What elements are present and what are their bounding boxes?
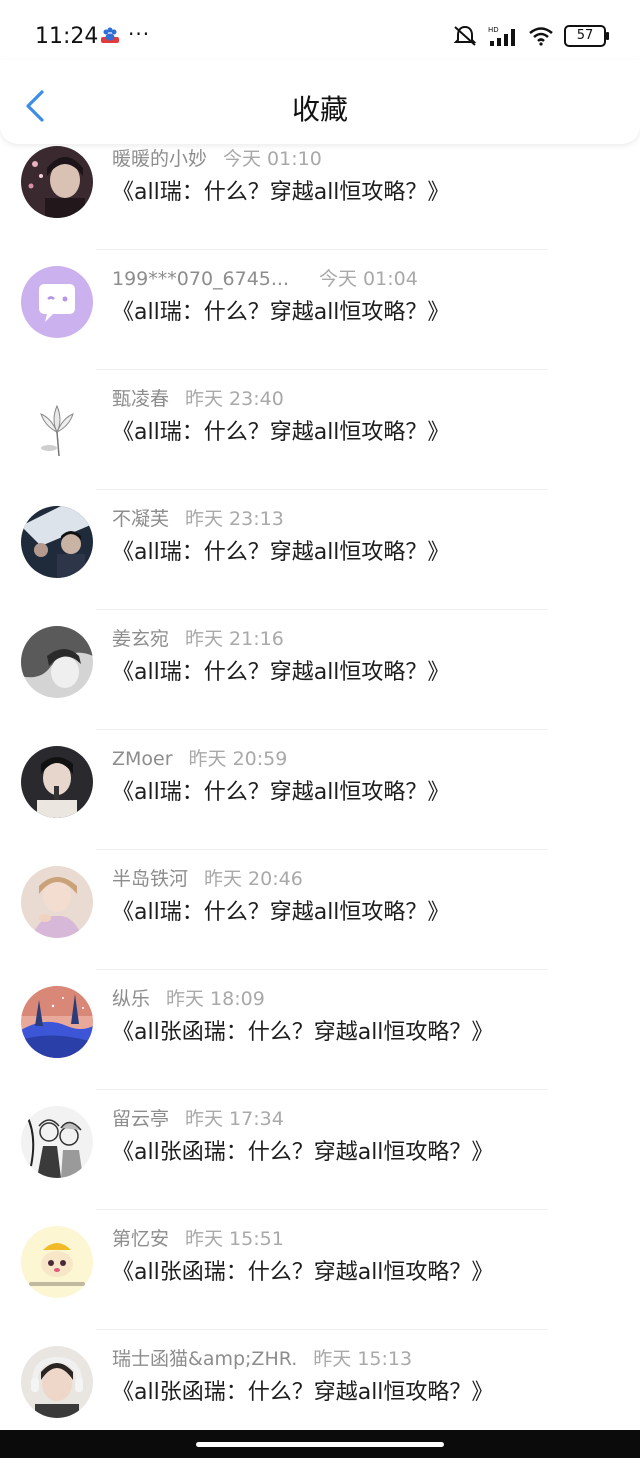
mute-bell-icon <box>453 25 477 46</box>
avatar[interactable] <box>21 266 93 338</box>
list-item[interactable]: 半岛铁河 昨天 20:46 《all瑞：什么？穿越all恒攻略？》 <box>0 850 640 970</box>
list-item[interactable]: 甄凌春 昨天 23:40 《all瑞：什么？穿越all恒攻略？》 <box>0 370 640 490</box>
list-item[interactable]: 留云亭 昨天 17:34 《all张函瑞：什么？穿越all恒攻略？》 <box>0 1090 640 1210</box>
user-name[interactable]: 纵乐 <box>112 988 150 1010</box>
timestamp: 今天 01:10 <box>223 148 322 170</box>
list-item[interactable]: 不凝芙 昨天 23:13 《all瑞：什么？穿越all恒攻略？》 <box>0 490 640 610</box>
top-nav-bar: 收藏 <box>0 60 640 144</box>
avatar[interactable] <box>21 146 93 218</box>
signal-icon: HD <box>488 26 515 46</box>
battery-icon: 57 <box>564 25 609 47</box>
more-dots-icon: ··· <box>128 22 151 46</box>
item-meta: 留云亭 昨天 17:34 <box>112 1104 284 1131</box>
user-name[interactable]: 199***070_6745... <box>112 268 289 290</box>
item-message[interactable]: 《all瑞：什么？穿越all恒攻略？》 <box>112 774 449 806</box>
item-message[interactable]: 《all张函瑞：什么？穿越all恒攻略？》 <box>112 1014 493 1046</box>
item-meta: 199***070_6745... 今天 01:04 <box>112 264 418 291</box>
avatar[interactable] <box>21 386 93 458</box>
timestamp: 昨天 15:51 <box>185 1228 284 1250</box>
list-item[interactable]: 姜玄宛 昨天 21:16 《all瑞：什么？穿越all恒攻略？》 <box>0 610 640 730</box>
item-message[interactable]: 《all张函瑞：什么？穿越all恒攻略？》 <box>112 1134 493 1166</box>
status-icons: HD 57 <box>452 24 609 48</box>
timestamp: 昨天 15:13 <box>313 1348 413 1370</box>
avatar[interactable] <box>21 1226 93 1298</box>
item-meta: 不凝芙 昨天 23:13 <box>112 504 284 531</box>
avatar[interactable] <box>21 1346 93 1418</box>
item-meta: 第忆安 昨天 15:51 <box>112 1224 284 1251</box>
item-message[interactable]: 《all瑞：什么？穿越all恒攻略？》 <box>112 894 449 926</box>
timestamp: 今天 01:04 <box>319 268 418 290</box>
item-meta: 甄凌春 昨天 23:40 <box>112 384 284 411</box>
user-name[interactable]: 第忆安 <box>112 1228 169 1250</box>
avatar[interactable] <box>21 626 93 698</box>
user-name[interactable]: 甄凌春 <box>112 388 169 410</box>
avatar[interactable] <box>21 746 93 818</box>
timestamp: 昨天 20:59 <box>188 748 288 770</box>
user-name[interactable]: 半岛铁河 <box>112 868 188 890</box>
app-badge-icon <box>101 27 119 43</box>
item-meta: 瑞士函猫&amp;ZHR. 昨天 15:13 <box>112 1344 412 1371</box>
list-item[interactable]: 第忆安 昨天 15:51 《all张函瑞：什么？穿越all恒攻略？》 <box>0 1210 640 1330</box>
timestamp: 昨天 20:46 <box>204 868 303 890</box>
item-message[interactable]: 《all瑞：什么？穿越all恒攻略？》 <box>112 534 449 566</box>
avatar[interactable] <box>21 866 93 938</box>
favorites-list: 暖暖的小妙 今天 01:10 《all瑞：什么？穿越all恒攻略？》 199***… <box>0 130 640 1450</box>
svg-text:HD: HD <box>488 26 499 34</box>
page-title: 收藏 <box>291 93 348 126</box>
item-meta: 暖暖的小妙 今天 01:10 <box>112 144 322 171</box>
user-name[interactable]: 暖暖的小妙 <box>112 148 207 170</box>
timestamp: 昨天 18:09 <box>166 988 265 1010</box>
avatar[interactable] <box>21 506 93 578</box>
list-item[interactable]: ZMoer 昨天 20:59 《all瑞：什么？穿越all恒攻略？》 <box>0 730 640 850</box>
list-item[interactable]: 199***070_6745... 今天 01:04 《all瑞：什么？穿越all… <box>0 250 640 370</box>
item-meta: 姜玄宛 昨天 21:16 <box>112 624 284 651</box>
timestamp: 昨天 17:34 <box>185 1108 284 1130</box>
item-message[interactable]: 《all瑞：什么？穿越all恒攻略？》 <box>112 654 449 686</box>
item-meta: 半岛铁河 昨天 20:46 <box>112 864 303 891</box>
avatar[interactable] <box>21 1106 93 1178</box>
item-message[interactable]: 《all瑞：什么？穿越all恒攻略？》 <box>112 174 449 206</box>
item-meta: 纵乐 昨天 18:09 <box>112 984 265 1011</box>
home-indicator[interactable] <box>196 1442 444 1447</box>
timestamp: 昨天 21:16 <box>185 628 284 650</box>
item-meta: ZMoer 昨天 20:59 <box>112 744 287 771</box>
navigation-bar <box>0 1430 640 1458</box>
item-message[interactable]: 《all瑞：什么？穿越all恒攻略？》 <box>112 294 449 326</box>
avatar[interactable] <box>21 986 93 1058</box>
timestamp: 昨天 23:40 <box>185 388 284 410</box>
user-name[interactable]: ZMoer <box>112 748 173 770</box>
wifi-icon <box>529 27 553 46</box>
list-item[interactable]: 暖暖的小妙 今天 01:10 《all瑞：什么？穿越all恒攻略？》 <box>0 130 640 250</box>
user-name[interactable]: 姜玄宛 <box>112 628 169 650</box>
item-message[interactable]: 《all张函瑞：什么？穿越all恒攻略？》 <box>112 1254 493 1286</box>
item-message[interactable]: 《all瑞：什么？穿越all恒攻略？》 <box>112 414 449 446</box>
user-name[interactable]: 瑞士函猫&amp;ZHR. <box>112 1348 297 1370</box>
user-name[interactable]: 不凝芙 <box>112 508 169 530</box>
user-name[interactable]: 留云亭 <box>112 1108 169 1130</box>
status-time: 11:24 <box>35 24 99 49</box>
timestamp: 昨天 23:13 <box>185 508 284 530</box>
item-message[interactable]: 《all张函瑞：什么？穿越all恒攻略？》 <box>112 1374 493 1406</box>
list-item[interactable]: 纵乐 昨天 18:09 《all张函瑞：什么？穿越all恒攻略？》 <box>0 970 640 1090</box>
